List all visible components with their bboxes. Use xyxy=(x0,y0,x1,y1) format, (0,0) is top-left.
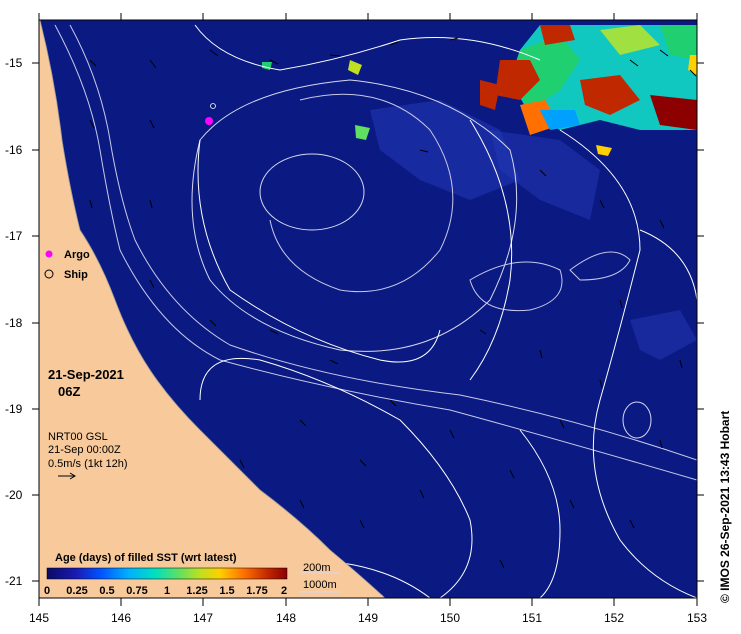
lon-tick-label: 152 xyxy=(604,611,624,625)
sst-map: -15 -16 -17 -18 -19 -20 -21 145 146 147 … xyxy=(5,13,732,625)
colorbar-tick: 1.75 xyxy=(246,585,267,597)
lat-tick-label: -21 xyxy=(5,574,23,588)
colorbar-tick: 1.5 xyxy=(219,585,234,597)
colorbar-tick: 1 xyxy=(164,585,170,597)
argo-legend-label: Argo xyxy=(64,249,90,261)
lon-tick-label: 151 xyxy=(522,611,542,625)
lon-tick-label: 150 xyxy=(440,611,460,625)
lon-tick-label: 145 xyxy=(29,611,49,625)
lon-tick-label: 147 xyxy=(193,611,213,625)
lat-tick-label: -17 xyxy=(5,229,23,243)
velocity-scale-label: 0.5m/s (1kt 12h) xyxy=(48,458,127,470)
depth-1000-label: 1000m xyxy=(303,579,337,591)
depth-200-label: 200m xyxy=(303,562,331,574)
colorbar-tick: 1.25 xyxy=(186,585,207,597)
lat-tick-label: -19 xyxy=(5,402,23,416)
lat-tick-label: -18 xyxy=(5,316,23,330)
colorbar-tick: 0.75 xyxy=(126,585,147,597)
lat-tick-label: -16 xyxy=(5,143,23,157)
colorbar-tick: 2 xyxy=(281,585,287,597)
map-plot xyxy=(39,20,697,598)
product-time: 21-Sep 00:00Z xyxy=(48,444,121,456)
colorbar-tick: 0.25 xyxy=(66,585,87,597)
colorbar-title: Age (days) of filled SST (wrt latest) xyxy=(55,552,237,564)
map-hour: 06Z xyxy=(58,384,80,399)
colorbar: Age (days) of filled SST (wrt latest) 0 … xyxy=(44,552,288,597)
lon-tick-label: 153 xyxy=(687,611,707,625)
lon-tick-label: 146 xyxy=(111,611,131,625)
ship-legend-label: Ship xyxy=(64,269,88,281)
argo-legend-icon xyxy=(45,250,53,258)
argo-float-marker xyxy=(205,117,213,125)
lat-tick-label: -20 xyxy=(5,488,23,502)
lon-tick-label: 149 xyxy=(358,611,378,625)
credit-text: © IMOS 26-Sep-2021 13:43 Hobart xyxy=(718,411,732,603)
colorbar-tick: 0.5 xyxy=(99,585,114,597)
lat-tick-label: -15 xyxy=(5,56,23,70)
lon-tick-label: 148 xyxy=(276,611,296,625)
map-date: 21-Sep-2021 xyxy=(48,367,124,382)
product-label: NRT00 GSL xyxy=(48,431,108,443)
colorbar-gradient xyxy=(46,567,288,580)
colorbar-tick: 0 xyxy=(44,585,50,597)
